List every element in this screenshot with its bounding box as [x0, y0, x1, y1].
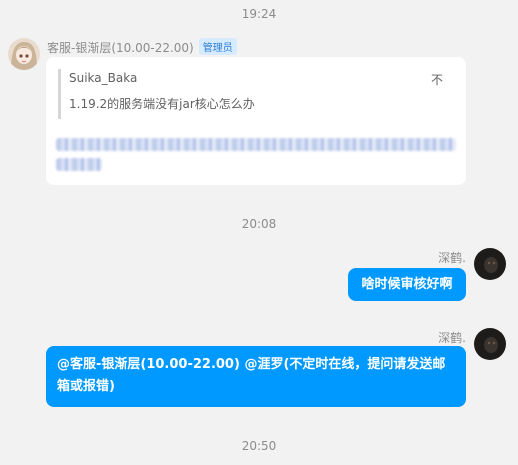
- timestamp: 19:24: [241, 7, 277, 21]
- message-bubble[interactable]: 啥时候审核好啊: [348, 268, 466, 301]
- blurred-link: [56, 158, 102, 171]
- avatar[interactable]: [474, 248, 506, 280]
- quoted-text: 1.19.2的服务端没有jar核心怎么办: [69, 97, 255, 111]
- sender-name: 深鹤.: [438, 251, 466, 265]
- quoted-author: Suika_Baka: [69, 71, 138, 85]
- admin-badge: 管理员: [198, 38, 237, 55]
- avatar-dark-icon: [474, 248, 506, 280]
- message-bubble[interactable]: Suika_Baka 1.19.2的服务端没有jar核心怎么办 不: [46, 57, 466, 185]
- message-bubble[interactable]: @客服-银渐层(10.00-22.00) @涯罗(不定时在线，提问请发送邮箱或报…: [46, 346, 466, 407]
- avatar[interactable]: [474, 328, 506, 360]
- sender-name-text: 客服-银渐层(10.00-22.00): [47, 41, 194, 55]
- sender-name[interactable]: 客服-银渐层(10.00-22.00) 管理员: [47, 38, 237, 56]
- quoted-action: 不: [430, 73, 443, 87]
- timestamp: 20:50: [241, 439, 277, 453]
- avatar[interactable]: [8, 38, 40, 70]
- blurred-link: [56, 138, 456, 151]
- avatar-dark-icon: [474, 328, 506, 360]
- sender-name: 深鹤.: [438, 331, 466, 345]
- timestamp: 20:08: [241, 217, 277, 231]
- avatar-anime-girl-icon: [8, 38, 40, 70]
- quoted-reply[interactable]: Suika_Baka 1.19.2的服务端没有jar核心怎么办 不: [58, 69, 453, 119]
